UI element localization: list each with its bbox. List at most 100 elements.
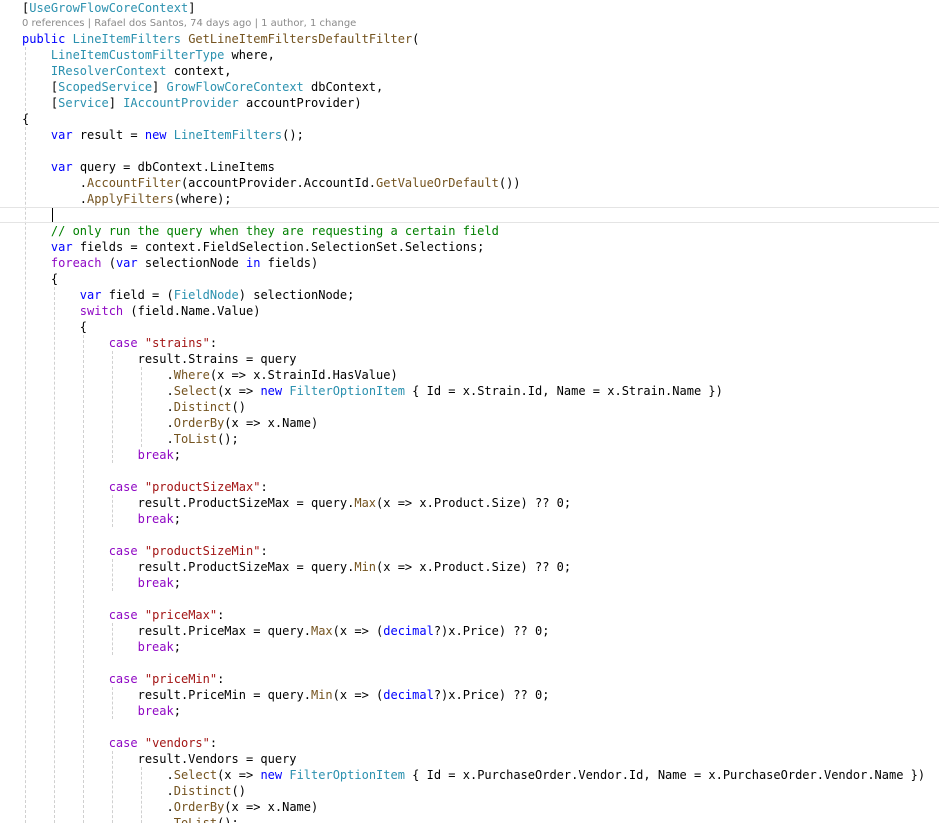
- code-token: :: [260, 480, 268, 494]
- code-token: (x => (: [332, 688, 384, 702]
- code-line[interactable]: case "strains":: [22, 335, 217, 351]
- code-line[interactable]: {: [22, 319, 87, 335]
- code-token: case: [108, 672, 138, 686]
- code-token: .: [22, 784, 174, 798]
- codelens-info[interactable]: 0 references | Rafael dos Santos, 74 day…: [22, 17, 356, 31]
- code-line[interactable]: result.PriceMin = query.Min(x => (decima…: [22, 687, 550, 703]
- code-line[interactable]: case "productSizeMax":: [22, 479, 268, 495]
- code-line[interactable]: result.ProductSizeMax = query.Max(x => x…: [22, 495, 572, 511]
- code-line[interactable]: .ToList();: [22, 431, 239, 447]
- code-token: .: [22, 416, 174, 430]
- code-token: {: [22, 320, 88, 334]
- code-token: var: [50, 128, 73, 142]
- code-token: (x =>: [217, 768, 261, 782]
- code-line[interactable]: foreach (var selectionNode in fields): [22, 255, 318, 271]
- code-line[interactable]: result.Strains = query: [22, 351, 297, 367]
- code-line[interactable]: [Service] IAccountProvider accountProvid…: [22, 95, 362, 111]
- code-line[interactable]: case "vendors":: [22, 735, 217, 751]
- code-token: (field.Name.Value): [123, 304, 261, 318]
- code-token: :: [217, 672, 225, 686]
- code-editor[interactable]: [UseGrowFlowCoreContext] 0 references | R…: [0, 0, 939, 823]
- code-token: :: [260, 544, 268, 558]
- code-token: new: [144, 128, 167, 142]
- code-line[interactable]: case "priceMin":: [22, 671, 225, 687]
- code-token: ();: [217, 432, 239, 446]
- code-token: ]: [188, 1, 196, 15]
- code-line[interactable]: break;: [22, 703, 181, 719]
- code-line[interactable]: break;: [22, 639, 181, 655]
- code-token: (x => x.Name): [224, 800, 319, 814]
- code-line[interactable]: // only run the query when they are requ…: [22, 223, 499, 239]
- code-token: Max: [310, 624, 333, 638]
- code-token: Where: [173, 368, 210, 382]
- code-token: (: [101, 256, 116, 270]
- code-token: .: [22, 800, 174, 814]
- code-token: ;: [173, 704, 181, 718]
- code-line[interactable]: .OrderBy(x => x.Name): [22, 799, 318, 815]
- code-token: ;: [173, 512, 181, 526]
- code-token: AccountFilter: [87, 176, 181, 190]
- code-line[interactable]: public LineItemFilters GetLineItemFilter…: [22, 31, 419, 47]
- code-line[interactable]: var field = (FieldNode) selectionNode;: [22, 287, 355, 303]
- code-token: (accountProvider.AccountId.: [180, 176, 377, 190]
- code-token: ) selectionNode;: [238, 288, 355, 302]
- code-line[interactable]: break;: [22, 575, 181, 591]
- code-line[interactable]: result.ProductSizeMax = query.Min(x => x…: [22, 559, 572, 575]
- code-line[interactable]: break;: [22, 447, 181, 463]
- code-token: decimal: [383, 624, 434, 638]
- code-line[interactable]: break;: [22, 511, 181, 527]
- code-line[interactable]: .ToList();: [22, 815, 238, 823]
- code-line[interactable]: result.Vendors = query: [22, 751, 297, 767]
- code-token: result.Strains = query: [137, 352, 297, 366]
- code-line[interactable]: result.PriceMax = query.Max(x => (decima…: [22, 623, 550, 639]
- code-token: :: [209, 736, 218, 750]
- code-token: "productSizeMin": [144, 544, 261, 558]
- code-line[interactable]: .Where(x => x.StrainId.HasValue): [22, 367, 397, 383]
- code-token: var: [50, 160, 73, 174]
- code-token: dbContext,: [303, 80, 384, 94]
- code-line[interactable]: var result = new LineItemFilters();: [22, 127, 304, 143]
- code-line[interactable]: {: [22, 271, 58, 287]
- code-token: result.ProductSizeMax = query.: [137, 496, 355, 510]
- code-line[interactable]: var fields = context.FieldSelection.Sele…: [22, 239, 485, 255]
- code-token: ]: [152, 80, 167, 94]
- code-token: result.PriceMin = query.: [137, 688, 311, 702]
- code-line[interactable]: .Select(x => new FilterOptionItem { Id =…: [22, 383, 722, 399]
- code-line[interactable]: .Distinct(): [22, 783, 245, 799]
- code-line[interactable]: .OrderBy(x => x.Name): [22, 415, 318, 431]
- code-line[interactable]: case "priceMax":: [22, 607, 225, 623]
- code-line[interactable]: var query = dbContext.LineItems: [22, 159, 275, 175]
- code-line[interactable]: [ScopedService] GrowFlowCoreContext dbCo…: [22, 79, 383, 95]
- code-token: result.ProductSizeMax = query.: [137, 560, 355, 574]
- code-line[interactable]: .Select(x => new FilterOptionItem { Id =…: [22, 767, 925, 783]
- code-line[interactable]: {: [22, 111, 29, 127]
- code-token: .: [22, 768, 174, 782]
- code-line[interactable]: .ApplyFilters(where);: [22, 191, 232, 207]
- code-token: new: [260, 384, 283, 398]
- code-token: LineItemFilters: [173, 128, 283, 142]
- code-line[interactable]: [UseGrowFlowCoreContext]: [22, 0, 195, 16]
- code-token: {: [22, 272, 59, 286]
- code-line[interactable]: .AccountFilter(accountProvider.AccountId…: [22, 175, 521, 191]
- code-line[interactable]: LineItemCustomFilterType where,: [22, 47, 275, 63]
- code-line[interactable]: .Distinct(): [22, 399, 245, 415]
- code-token: result.Vendors = query: [137, 752, 297, 766]
- code-token: Distinct: [173, 400, 232, 414]
- code-token: case: [108, 336, 138, 350]
- code-line[interactable]: switch (field.Name.Value): [22, 303, 261, 319]
- code-token: new: [260, 768, 283, 782]
- code-line[interactable]: IResolverContext context,: [22, 63, 232, 79]
- code-token: FilterOptionItem: [289, 768, 405, 782]
- code-line[interactable]: case "productSizeMin":: [22, 543, 268, 559]
